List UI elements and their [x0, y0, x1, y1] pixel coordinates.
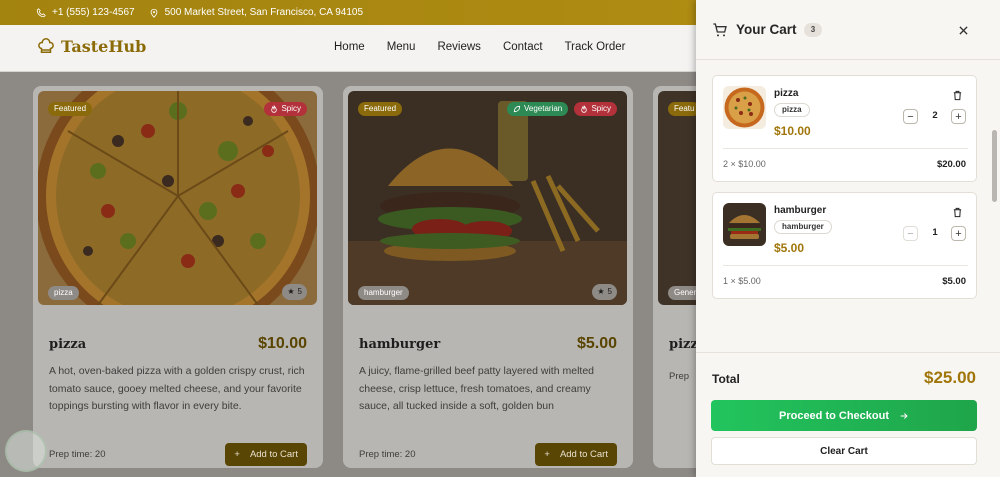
cart-item-hamburger: hamburger hamburger $5.00 − 1 + 1 × $5.0…: [712, 192, 977, 299]
pizza-image: Featured Spicy pizza ★ 5: [38, 91, 317, 305]
featured-badge: Featured: [358, 102, 403, 116]
trash-icon: [953, 207, 962, 218]
quantity-increase-button[interactable]: +: [951, 226, 966, 241]
checkout-label: Proceed to Checkout: [778, 409, 890, 422]
menu-card-pizza: Featured Spicy pizza ★ 5 pizza $10.00 A …: [33, 86, 323, 468]
rating-badge: ★ 5: [282, 284, 307, 300]
cart-item-calc: 2 × $10.00: [723, 159, 766, 169]
quantity-value: 2: [932, 110, 938, 121]
vegetarian-label: Vegetarian: [524, 104, 563, 113]
spicy-badge: Spicy: [574, 102, 617, 116]
checkout-button[interactable]: Proceed to Checkout: [711, 400, 977, 431]
location-pin-icon: [150, 8, 157, 18]
star-icon: ★: [597, 287, 605, 296]
phone-icon: [36, 7, 46, 17]
address-text: 500 Market Street, San Francisco, CA 941…: [164, 7, 364, 18]
clear-cart-label: Clear Cart: [820, 445, 868, 457]
nav-home[interactable]: Home: [334, 41, 365, 53]
quantity-decrease-button[interactable]: −: [903, 109, 918, 124]
nav-contact[interactable]: Contact: [503, 41, 543, 53]
cart-item-name: hamburger: [774, 205, 827, 216]
cart-item-tag: hamburger: [774, 220, 832, 234]
star-icon: ★: [287, 287, 295, 296]
brand-name: TasteHub: [61, 37, 147, 56]
cart-footer: Total $25.00 Proceed to Checkout Clear C…: [696, 352, 1000, 477]
featured-badge: Featured: [48, 102, 93, 116]
cart-item-calc: 1 × $5.00: [723, 276, 761, 286]
quantity-decrease-button[interactable]: −: [903, 226, 918, 241]
cart-count-badge: 3: [804, 23, 822, 37]
divider: [723, 148, 968, 149]
clear-cart-button[interactable]: Clear Cart: [711, 437, 977, 465]
quantity-value: 1: [932, 227, 938, 238]
remove-item-button[interactable]: [952, 205, 963, 223]
arrow-right-icon: [900, 412, 908, 419]
add-to-cart-label: Add to Cart: [559, 449, 608, 460]
rating-value: 5: [607, 287, 612, 296]
chef-hat-icon: [38, 37, 54, 53]
close-icon: [958, 25, 968, 35]
card-title: pizz: [669, 337, 698, 352]
quantity-increase-button[interactable]: +: [951, 109, 966, 124]
cart-item-thumbnail: [723, 86, 766, 129]
phone-number: +1 (555) 123-4567: [52, 7, 135, 18]
remove-item-button[interactable]: [952, 88, 963, 106]
flame-icon: [581, 105, 588, 113]
vegetarian-badge: Vegetarian: [507, 102, 569, 116]
add-to-cart-label: Add to Cart: [249, 449, 298, 460]
plus-icon: +: [234, 449, 240, 460]
menu-card-hamburger: Featured Vegetarian Spicy hamburger ★ 5 …: [343, 86, 633, 468]
card-title: pizza: [49, 337, 87, 352]
card-description: A hot, oven-baked pizza with a golden cr…: [49, 365, 305, 412]
prep-time: Prep: [669, 371, 690, 382]
category-tag: pizza: [48, 286, 79, 300]
cart-item-tag: pizza: [774, 103, 810, 117]
card-description: A juicy, flame-grilled beef patty layere…: [359, 365, 594, 412]
cart-item-price: $10.00: [774, 124, 811, 138]
phone-info[interactable]: +1 (555) 123-4567: [36, 7, 135, 18]
total-value: $25.00: [924, 368, 976, 387]
address-info: 500 Market Street, San Francisco, CA 941…: [149, 7, 363, 18]
cart-item-price: $5.00: [774, 241, 805, 255]
card-title: hamburger: [359, 337, 441, 352]
card-price: $10.00: [258, 335, 307, 352]
cart-title: Your Cart: [736, 22, 797, 37]
rating-value: 5: [297, 287, 302, 296]
cart-scrollbar[interactable]: [992, 130, 997, 202]
add-to-cart-button[interactable]: + Add to Cart: [225, 443, 307, 466]
category-tag: hamburger: [358, 286, 409, 300]
card-price: $5.00: [576, 335, 617, 352]
nav-track-order[interactable]: Track Order: [565, 41, 626, 53]
brand-logo[interactable]: TasteHub: [37, 37, 146, 56]
nav-links: Home Menu Reviews Contact Track Order: [334, 41, 626, 53]
prep-time: Prep time: 20: [359, 449, 416, 460]
watermark-logo: [5, 430, 47, 472]
divider: [723, 265, 968, 266]
total-label: Total: [712, 372, 740, 386]
add-to-cart-button[interactable]: + Add to Cart: [535, 443, 617, 466]
plus-icon: +: [544, 449, 550, 460]
spicy-label: Spicy: [281, 104, 301, 113]
cart-item-thumbnail: [723, 203, 766, 246]
cart-item-subtotal: $20.00: [936, 159, 966, 170]
prep-time: Prep time: 20: [49, 449, 106, 460]
cart-drawer: Your Cart 3 pizza pizza $10.00 − 2 + 2 ×…: [696, 0, 1000, 477]
hamburger-image: Featured Vegetarian Spicy hamburger ★ 5: [348, 91, 627, 305]
spicy-label: Spicy: [591, 104, 611, 113]
shopping-cart-icon: [713, 23, 727, 37]
close-button[interactable]: [955, 22, 971, 38]
rating-badge: ★ 5: [592, 284, 617, 300]
spicy-badge: Spicy: [264, 102, 307, 116]
leaf-icon: [513, 105, 521, 113]
flame-icon: [271, 105, 278, 113]
cart-item-name: pizza: [774, 88, 799, 99]
cart-item-subtotal: $5.00: [942, 276, 966, 287]
nav-menu[interactable]: Menu: [387, 41, 416, 53]
nav-reviews[interactable]: Reviews: [437, 41, 480, 53]
cart-item-pizza: pizza pizza $10.00 − 2 + 2 × $10.00 $20.…: [712, 75, 977, 182]
cart-header: Your Cart 3: [696, 0, 1000, 60]
trash-icon: [953, 90, 962, 101]
